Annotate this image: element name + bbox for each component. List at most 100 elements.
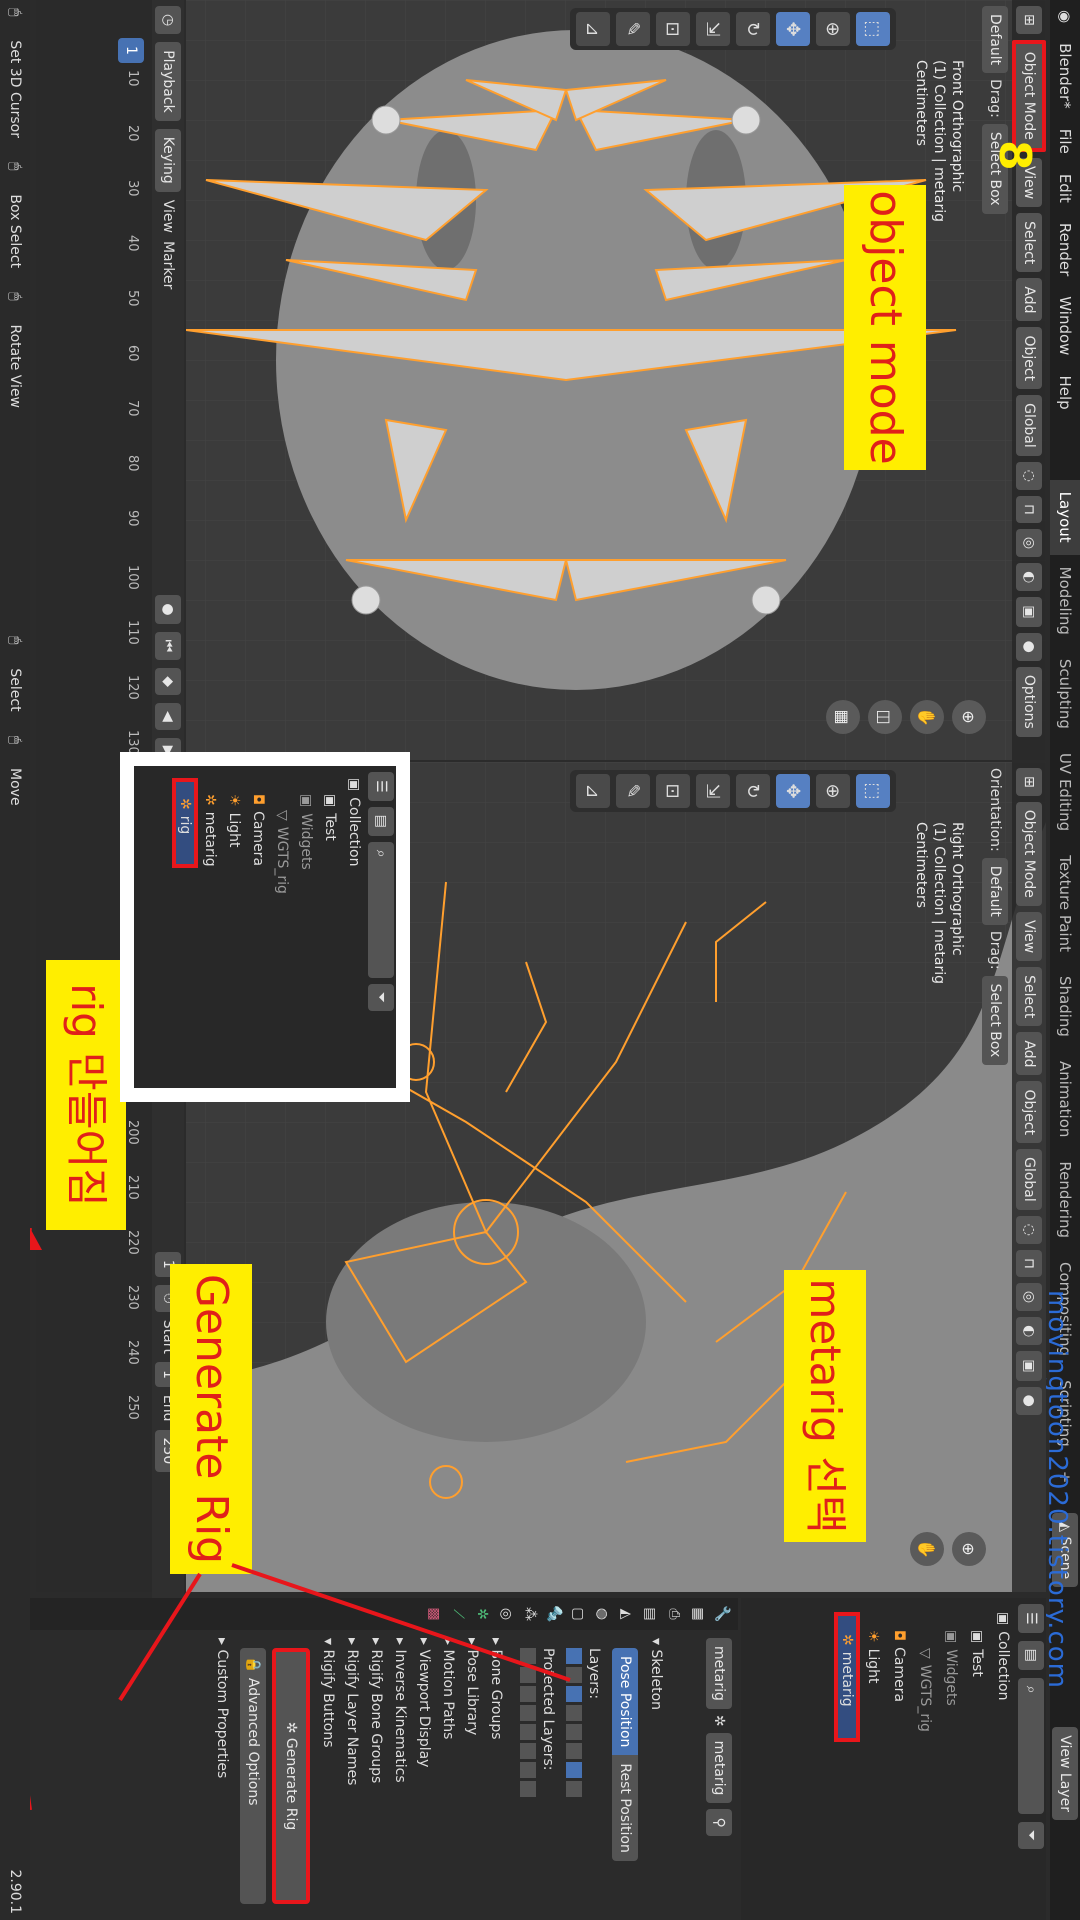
object-menu[interactable]: Object <box>1016 1081 1042 1144</box>
playhead[interactable]: 1 <box>118 38 144 63</box>
annotate-tool-icon[interactable]: ✎ <box>616 12 650 46</box>
overlay-icon[interactable]: ◐ <box>1016 563 1042 592</box>
transform-orientation-dropdown[interactable]: Global <box>1016 395 1042 456</box>
pan-icon[interactable]: ✋ <box>910 1532 944 1566</box>
view-layer-selector[interactable]: View Layer <box>1052 1727 1078 1820</box>
play-reverse-icon[interactable]: ◀ <box>155 702 181 730</box>
outliner-editor-icon[interactable]: ☰ <box>1018 1604 1044 1633</box>
select-tool-icon[interactable]: ⬚ <box>856 12 890 46</box>
pivot-icon[interactable]: ◌ <box>1016 461 1042 490</box>
camera-view-icon[interactable]: ◫ <box>868 700 902 734</box>
physics-tab-icon[interactable]: ◎ <box>498 1608 514 1620</box>
object-mode-dropdown[interactable]: Object Mode <box>1016 801 1042 906</box>
protected-layers-grid[interactable] <box>520 1638 536 1914</box>
orientation-dropdown[interactable]: Default <box>982 857 1008 925</box>
menu-edit[interactable]: Edit <box>1050 164 1080 213</box>
proportional-edit-icon[interactable]: ◎ <box>1016 528 1042 558</box>
outliner-row-metarig[interactable]: ✲ metarig <box>198 778 222 1088</box>
outliner-row-collection[interactable]: ▣ Collection <box>342 778 366 1088</box>
modifier-tab-icon[interactable]: 🔩 <box>546 1605 562 1622</box>
perspective-toggle-icon[interactable]: ▦ <box>826 700 860 734</box>
snap-icon[interactable]: ⊓ <box>1016 495 1042 523</box>
move-tool-icon[interactable]: ✥ <box>776 12 810 46</box>
select-menu[interactable]: Select <box>1016 213 1042 273</box>
filter-icon[interactable]: ⏷ <box>1018 1821 1044 1849</box>
overlay-icon[interactable]: ◐ <box>1016 1317 1042 1346</box>
keying-menu[interactable]: Keying <box>155 128 181 192</box>
output-tab-icon[interactable]: ⎙ <box>666 1608 682 1619</box>
outliner-editor-icon[interactable]: ☰ <box>368 772 394 801</box>
scale-tool-icon[interactable]: ⇲ <box>696 12 730 46</box>
object-name-field[interactable]: metarig <box>706 1638 732 1709</box>
zoom-icon[interactable]: ⊕ <box>952 700 986 734</box>
display-mode-icon[interactable]: ▤ <box>368 806 394 836</box>
outliner-row-widgets[interactable]: ▣ Widgets <box>938 1612 964 1920</box>
object-tab-icon[interactable]: ▢ <box>570 1607 586 1620</box>
tab-shading[interactable]: Shading <box>1050 964 1080 1049</box>
add-menu[interactable]: Add <box>1016 278 1042 322</box>
world-tab-icon[interactable]: ◍ <box>594 1608 610 1620</box>
outliner-row-camera[interactable]: ◘ Camera <box>886 1612 912 1920</box>
xray-icon[interactable]: ▣ <box>1016 1351 1042 1381</box>
rotate-tool-icon[interactable]: ↻ <box>736 774 770 808</box>
view-menu[interactable]: View <box>160 200 176 233</box>
outliner-row-test[interactable]: ▣ Test <box>964 1612 990 1920</box>
pin-icon[interactable]: ⚲ <box>706 1809 732 1836</box>
tab-animation[interactable]: Animation <box>1050 1049 1080 1149</box>
outliner-row-wgts-rig[interactable]: ▽ WGTS_rig <box>270 778 294 1088</box>
tool-tab-icon[interactable]: 🔧 <box>714 1605 730 1622</box>
outliner-row-widgets[interactable]: ▣ Widgets <box>294 778 318 1088</box>
shading-solid-icon[interactable]: ● <box>1016 1386 1042 1415</box>
cursor-tool-icon[interactable]: ⊕ <box>816 774 850 808</box>
menu-file[interactable]: File <box>1050 119 1080 164</box>
tab-uv-editing[interactable]: UV Editing <box>1050 741 1080 843</box>
armature-data-tab-icon[interactable]: ✲ <box>474 1608 490 1620</box>
tab-modeling[interactable]: Modeling <box>1050 555 1080 647</box>
data-name-field[interactable]: metarig <box>706 1732 732 1804</box>
viewport-front[interactable]: ⊞ Object Mode View Select Add Object Glo… <box>186 0 1046 760</box>
transform-tool-icon[interactable]: ⊡ <box>656 12 690 46</box>
view-menu[interactable]: View <box>1016 911 1042 962</box>
outliner-row-light[interactable]: ☀ Light <box>860 1612 886 1920</box>
panel-motion-paths[interactable]: ▸ Motion Paths <box>436 1638 460 1914</box>
marker-menu[interactable]: Marker <box>160 241 176 289</box>
jump-start-icon[interactable]: ⏮ <box>155 631 181 661</box>
object-menu[interactable]: Object <box>1016 327 1042 390</box>
display-mode-icon[interactable]: ▤ <box>1018 1640 1044 1670</box>
skeleton-panel-header[interactable]: ▾ Skeleton <box>644 1638 668 1914</box>
texture-tab-icon[interactable]: ▩ <box>426 1607 442 1620</box>
rotate-tool-icon[interactable]: ↻ <box>736 12 770 46</box>
view-layer-tab-icon[interactable]: ▤ <box>642 1607 658 1620</box>
particles-tab-icon[interactable]: ⁂ <box>522 1607 538 1621</box>
render-tab-icon[interactable]: ▦ <box>690 1607 706 1620</box>
generate-rig-button[interactable]: ✲ Generate Rig <box>272 1648 310 1904</box>
transform-tool-icon[interactable]: ⊡ <box>656 774 690 808</box>
transform-orientation-dropdown[interactable]: Global <box>1016 1149 1042 1210</box>
prev-key-icon[interactable]: ◆ <box>155 668 181 695</box>
object-mode-dropdown[interactable]: Object Mode <box>1012 39 1046 152</box>
select-tool-icon[interactable]: ⬚ <box>856 774 890 808</box>
pan-icon[interactable]: ✋ <box>910 700 944 734</box>
zoom-icon[interactable]: ⊕ <box>952 1532 986 1566</box>
scene-tab-icon[interactable]: ◭ <box>618 1609 634 1620</box>
annotate-tool-icon[interactable]: ✎ <box>616 774 650 808</box>
playback-menu[interactable]: Playback <box>155 42 181 121</box>
tab-layout[interactable]: Layout <box>1050 479 1080 555</box>
outliner-row-metarig[interactable]: ✲ metarig <box>834 1612 860 1742</box>
pose-position-button[interactable]: Pose Position <box>612 1648 638 1756</box>
record-icon[interactable]: ● <box>155 595 181 624</box>
panel-rigify-buttons[interactable]: ▾ Rigify Buttons <box>316 1638 340 1914</box>
panel-bone-groups[interactable]: ▸ Bone Groups <box>484 1638 508 1914</box>
panel-custom-properties[interactable]: ▸ Custom Properties <box>210 1638 234 1914</box>
outliner-search[interactable]: ⌕ <box>368 841 394 978</box>
outliner-search[interactable]: ⌕ <box>1018 1677 1044 1814</box>
measure-tool-icon[interactable]: ⊿ <box>576 774 610 808</box>
snap-icon[interactable]: ⊓ <box>1016 1249 1042 1277</box>
editor-type-button[interactable]: ⊞ <box>1016 768 1042 796</box>
cursor-tool-icon[interactable]: ⊕ <box>816 12 850 46</box>
panel-viewport-display[interactable]: ▸ Viewport Display <box>412 1638 436 1914</box>
menu-window[interactable]: Window <box>1050 286 1080 365</box>
proportional-edit-icon[interactable]: ◎ <box>1016 1282 1042 1312</box>
panel-rigify-layer-names[interactable]: ▸ Rigify Layer Names <box>340 1638 364 1914</box>
advanced-options-toggle[interactable]: 🔒 Advanced Options <box>240 1648 266 1904</box>
